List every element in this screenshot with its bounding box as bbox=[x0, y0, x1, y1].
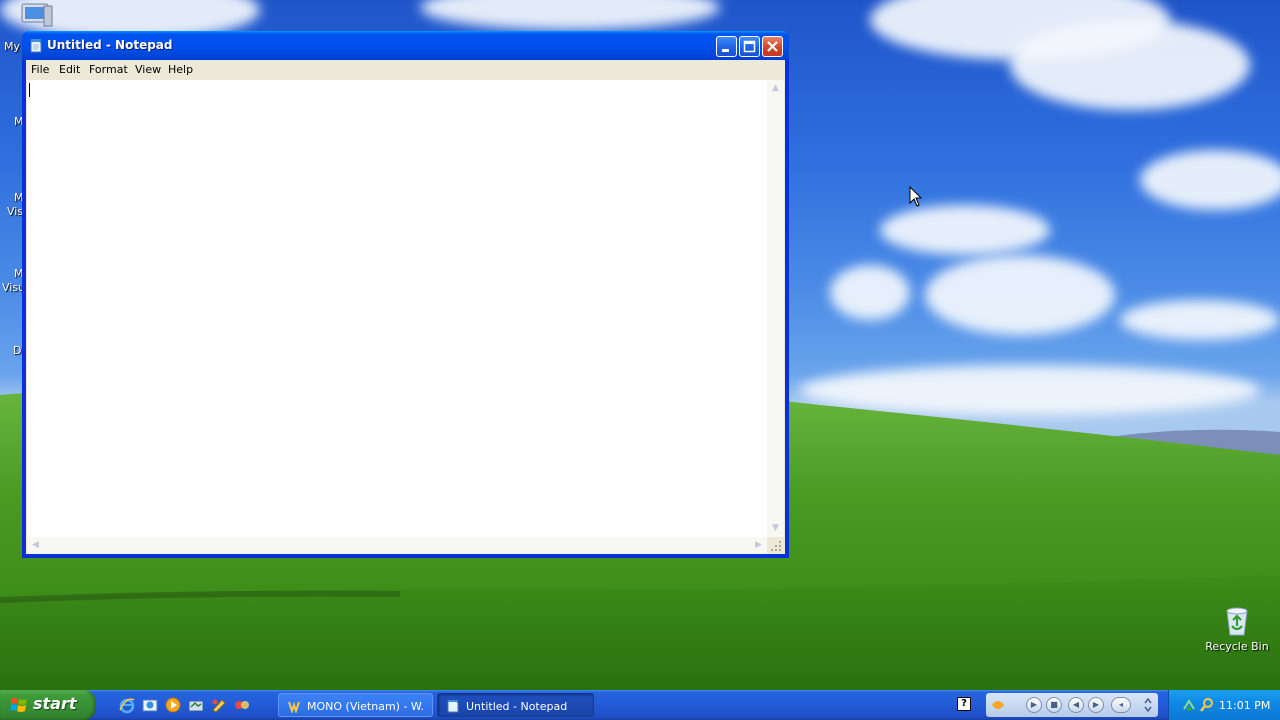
media-player-icon[interactable] bbox=[990, 697, 1006, 713]
scroll-up-icon[interactable]: ▲ bbox=[767, 80, 784, 97]
taskbar-item-label: MONO (Vietnam) - W... bbox=[307, 700, 425, 713]
clock[interactable]: 11:01 PM bbox=[1219, 699, 1270, 712]
text-editor[interactable] bbox=[27, 80, 767, 537]
scroll-right-icon[interactable]: ▶ bbox=[750, 537, 767, 554]
app-icon[interactable] bbox=[233, 696, 251, 714]
next-icon[interactable]: ▶ bbox=[1088, 697, 1104, 713]
show-desktop-icon[interactable] bbox=[187, 696, 205, 714]
horizontal-scrollbar[interactable]: ◀ ▶ bbox=[27, 537, 767, 554]
system-tray: 11:01 PM bbox=[1168, 690, 1280, 720]
notepad-icon bbox=[447, 700, 459, 713]
media-player-icon[interactable] bbox=[164, 696, 182, 714]
window-title: Untitled - Notepad bbox=[47, 38, 173, 52]
taskbar-item-notepad[interactable]: Untitled - Notepad bbox=[437, 693, 594, 717]
menu-help[interactable]: Help bbox=[168, 63, 193, 76]
start-label: start bbox=[33, 694, 77, 713]
mouse-cursor-icon bbox=[909, 186, 923, 207]
volume-icon[interactable]: ◂ bbox=[1111, 697, 1131, 713]
scroll-down-icon[interactable]: ▼ bbox=[767, 520, 784, 537]
recycle-bin[interactable]: Recycle Bin bbox=[1202, 606, 1272, 653]
taskbar-item-label: Untitled - Notepad bbox=[466, 700, 568, 713]
network-icon[interactable] bbox=[1181, 697, 1197, 713]
restore-icon[interactable] bbox=[1142, 696, 1154, 714]
recycle-bin-icon bbox=[1224, 606, 1250, 636]
menu-file[interactable]: File bbox=[31, 63, 49, 76]
windows-logo-icon bbox=[10, 698, 27, 712]
start-button[interactable]: start bbox=[0, 690, 96, 720]
stop-icon[interactable]: ■ bbox=[1046, 697, 1062, 713]
outlook-express-icon[interactable] bbox=[141, 696, 159, 714]
maximize-button[interactable] bbox=[739, 36, 760, 57]
close-button[interactable] bbox=[762, 36, 783, 57]
notepad-icon bbox=[30, 39, 42, 53]
play-icon[interactable]: ▶ bbox=[1026, 697, 1042, 713]
menu-view[interactable]: View bbox=[135, 63, 161, 76]
help-icon[interactable]: ? bbox=[957, 697, 971, 711]
internet-explorer-icon[interactable] bbox=[118, 696, 136, 714]
my-computer-icon[interactable] bbox=[20, 2, 54, 28]
scroll-left-icon[interactable]: ◀ bbox=[27, 537, 44, 554]
menu-edit[interactable]: Edit bbox=[59, 63, 80, 76]
taskbar: start MONO (Vietnam) - W... Untitled - N… bbox=[0, 690, 1280, 720]
notepad-window[interactable]: Untitled - Notepad File Edit Format View… bbox=[22, 31, 789, 558]
winamp-icon bbox=[288, 701, 300, 713]
text-caret bbox=[29, 83, 30, 97]
menu-bar: File Edit Format View Help bbox=[26, 60, 785, 79]
vertical-scrollbar[interactable]: ▲ ▼ bbox=[767, 80, 784, 537]
desktop-icon-label[interactable]: My bbox=[4, 40, 20, 53]
notepad-client: ▲ ▼ ◀ ▶ bbox=[26, 79, 785, 554]
paint-icon[interactable] bbox=[210, 696, 228, 714]
taskbar-item-winamp[interactable]: MONO (Vietnam) - W... bbox=[278, 693, 433, 717]
title-bar[interactable]: Untitled - Notepad bbox=[22, 31, 789, 60]
maximize-icon bbox=[743, 40, 756, 53]
recycle-bin-label: Recycle Bin bbox=[1205, 640, 1269, 653]
minimize-button[interactable] bbox=[716, 36, 737, 57]
search-icon[interactable] bbox=[1199, 697, 1215, 713]
close-icon bbox=[767, 41, 778, 52]
media-toolbar: ▶ ■ ◀ ▶ ◂ bbox=[986, 693, 1158, 717]
resize-grip-icon bbox=[771, 541, 781, 551]
size-grip[interactable] bbox=[767, 537, 784, 554]
minimize-icon bbox=[722, 49, 729, 52]
previous-icon[interactable]: ◀ bbox=[1068, 697, 1084, 713]
desktop-icon-label[interactable]: D bbox=[13, 344, 21, 357]
menu-format[interactable]: Format bbox=[89, 63, 128, 76]
